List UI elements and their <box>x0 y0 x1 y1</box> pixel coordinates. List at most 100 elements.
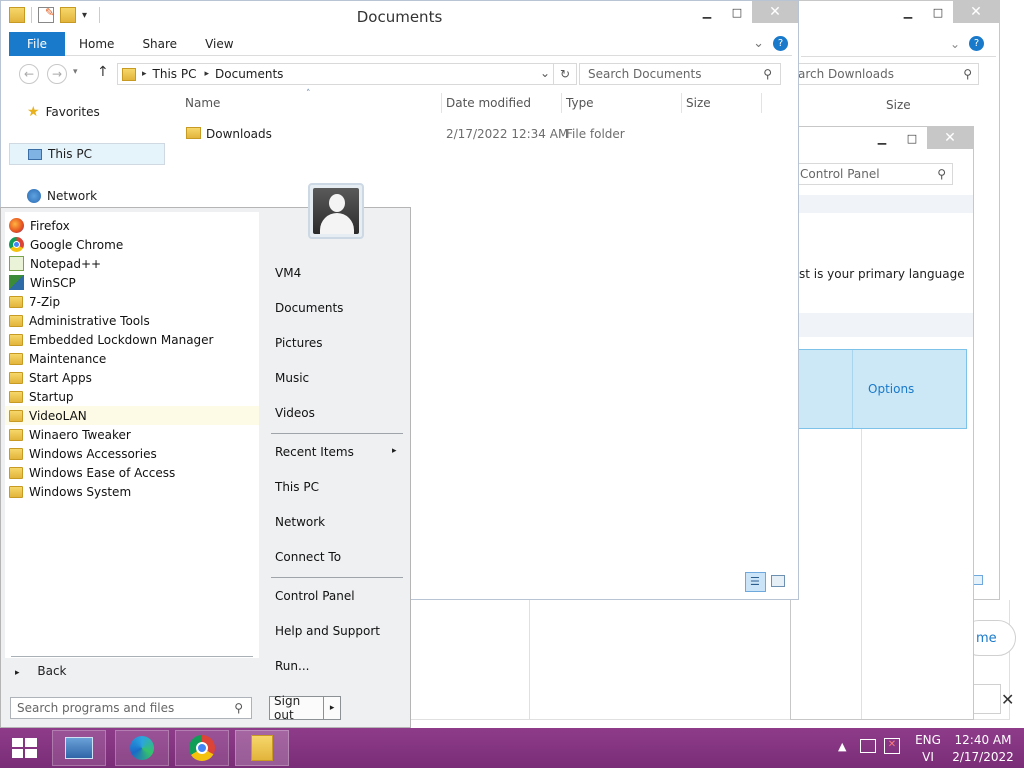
start-search-input[interactable]: Search programs and files ⚲ <box>10 697 252 719</box>
help-icon[interactable]: ? <box>773 36 788 51</box>
chevron-right-icon[interactable]: ▸ <box>392 446 397 456</box>
flag-tray-icon[interactable]: ✕ <box>884 738 900 754</box>
column-divider[interactable] <box>761 93 762 113</box>
program-start-apps[interactable]: Start Apps <box>5 368 259 387</box>
chevron-down-icon[interactable]: ⌄ <box>753 36 764 51</box>
size-column-header[interactable]: Size <box>886 98 911 112</box>
program-videolan[interactable]: VideoLAN <box>5 406 259 425</box>
search-icon[interactable]: ⚲ <box>763 64 772 84</box>
start-link-videos[interactable]: Videos <box>275 406 315 420</box>
network-tray-icon[interactable] <box>860 739 876 753</box>
nav-item-favorites[interactable]: ★ Favorites <box>9 101 165 123</box>
clock-date[interactable]: 2/17/2022 <box>950 750 1016 764</box>
link-text[interactable]: me <box>976 631 997 646</box>
program-firefox[interactable]: Firefox <box>5 216 259 235</box>
program-administrative-tools[interactable]: Administrative Tools <box>5 311 259 330</box>
tab-home[interactable]: Home <box>65 32 128 56</box>
close-icon[interactable]: ✕ <box>953 1 999 23</box>
search-icon[interactable]: ⚲ <box>963 64 972 84</box>
file-explorer-taskbar-button[interactable] <box>235 730 289 766</box>
clock-time[interactable]: 12:40 AM <box>950 733 1016 747</box>
minimize-icon[interactable]: ▁ <box>867 127 897 149</box>
downloads-search-input[interactable]: arch Downloads ⚲ <box>791 63 979 85</box>
maximize-icon[interactable]: □ <box>722 1 752 23</box>
language-indicator-bottom[interactable]: VI <box>908 750 948 764</box>
maximize-icon[interactable]: □ <box>897 127 927 149</box>
details-view-icon[interactable]: ☰ <box>745 572 766 592</box>
recent-locations-icon[interactable]: ▾ <box>73 67 78 77</box>
forward-arrow-icon[interactable]: → <box>47 64 67 84</box>
search-input[interactable]: Search Documents ⚲ <box>579 63 781 85</box>
chrome-taskbar-button[interactable] <box>175 730 229 766</box>
server-manager-taskbar-button[interactable] <box>52 730 106 766</box>
tab-share[interactable]: Share <box>128 32 191 56</box>
column-header-date[interactable]: Date modified <box>446 96 531 110</box>
program-maintenance[interactable]: Maintenance <box>5 349 259 368</box>
close-icon[interactable]: ✕ <box>752 1 798 23</box>
start-link-music[interactable]: Music <box>275 371 309 385</box>
start-link-connect-to[interactable]: Connect To <box>275 550 341 564</box>
program-winaero-tweaker[interactable]: Winaero Tweaker <box>5 425 259 444</box>
chevron-right-icon[interactable]: ▸ <box>204 69 209 79</box>
input-box[interactable] <box>971 684 1001 714</box>
start-link-pictures[interactable]: Pictures <box>275 336 323 350</box>
column-header-type[interactable]: Type <box>566 96 594 110</box>
help-icon[interactable]: ? <box>969 36 984 51</box>
address-dropdown-icon[interactable]: ⌄ <box>540 66 550 80</box>
program-windows-system[interactable]: Windows System <box>5 482 259 501</box>
chevron-right-icon[interactable]: ▸ <box>142 69 147 79</box>
start-link-network[interactable]: Network <box>275 515 325 529</box>
search-icon[interactable]: ⚲ <box>234 698 243 718</box>
column-header-size[interactable]: Size <box>686 96 711 110</box>
nav-item-this-pc[interactable]: This PC <box>9 143 165 165</box>
maximize-icon[interactable]: □ <box>923 1 953 23</box>
column-divider[interactable] <box>681 93 682 113</box>
nav-item-network[interactable]: Network <box>9 185 165 207</box>
edge-taskbar-button[interactable] <box>115 730 169 766</box>
tab-view[interactable]: View <box>191 32 247 56</box>
language-indicator-top[interactable]: ENG <box>908 733 948 747</box>
tab-file[interactable]: File <box>9 32 65 56</box>
address-field[interactable]: ▸ This PC ▸ Documents ⌄ ↻ <box>117 63 577 85</box>
avatar[interactable] <box>308 183 364 239</box>
file-row[interactable]: Downloads 2/17/2022 12:34 AM File folder <box>179 125 779 145</box>
back-button[interactable]: ▸ Back <box>15 664 67 678</box>
large-icons-view-icon[interactable] <box>771 575 785 587</box>
start-link-user[interactable]: VM4 <box>275 266 301 280</box>
chevron-right-icon[interactable]: ▸ <box>324 703 340 713</box>
windows-start-icon[interactable] <box>12 738 38 758</box>
breadcrumb-this-pc[interactable]: This PC <box>153 67 197 81</box>
search-icon[interactable]: ⚲ <box>937 164 946 184</box>
start-link-recent-items[interactable]: Recent Items <box>275 445 354 459</box>
program-notepad-plus[interactable]: Notepad++ <box>5 254 259 273</box>
minimize-icon[interactable]: ▁ <box>692 1 722 23</box>
start-link-this-pc[interactable]: This PC <box>275 480 319 494</box>
back-arrow-icon[interactable]: ← <box>19 64 39 84</box>
chevron-down-icon[interactable]: ⌄ <box>950 37 960 51</box>
sign-out-button[interactable]: Sign out ▸ <box>269 694 341 722</box>
program-google-chrome[interactable]: Google Chrome <box>5 235 259 254</box>
close-icon[interactable]: ✕ <box>927 127 973 149</box>
language-selected-row[interactable]: Options <box>791 349 967 429</box>
close-icon[interactable]: ✕ <box>1001 690 1014 709</box>
show-hidden-icons[interactable]: ▲ <box>838 740 846 753</box>
start-link-control-panel[interactable]: Control Panel <box>275 589 355 603</box>
program-windows-ease-of-access[interactable]: Windows Ease of Access <box>5 463 259 482</box>
minimize-icon[interactable]: ▁ <box>893 1 923 23</box>
column-divider[interactable] <box>441 93 442 113</box>
program-windows-accessories[interactable]: Windows Accessories <box>5 444 259 463</box>
refresh-icon[interactable]: ↻ <box>553 63 577 85</box>
column-divider[interactable] <box>561 93 562 113</box>
up-arrow-icon[interactable]: ↑ <box>97 64 109 80</box>
column-header-name[interactable]: Name <box>185 96 220 110</box>
program-embedded-lockdown-manager[interactable]: Embedded Lockdown Manager <box>5 330 259 349</box>
control-search-input[interactable]: Control Panel ⚲ <box>791 163 953 185</box>
options-link[interactable]: Options <box>868 382 914 396</box>
program-winscp[interactable]: WinSCP <box>5 273 259 292</box>
breadcrumb-documents[interactable]: Documents <box>215 67 283 81</box>
start-link-documents[interactable]: Documents <box>275 301 343 315</box>
program-7zip[interactable]: 7-Zip <box>5 292 259 311</box>
program-startup[interactable]: Startup <box>5 387 259 406</box>
start-link-help-and-support[interactable]: Help and Support <box>275 624 380 638</box>
start-link-run[interactable]: Run... <box>275 659 309 673</box>
